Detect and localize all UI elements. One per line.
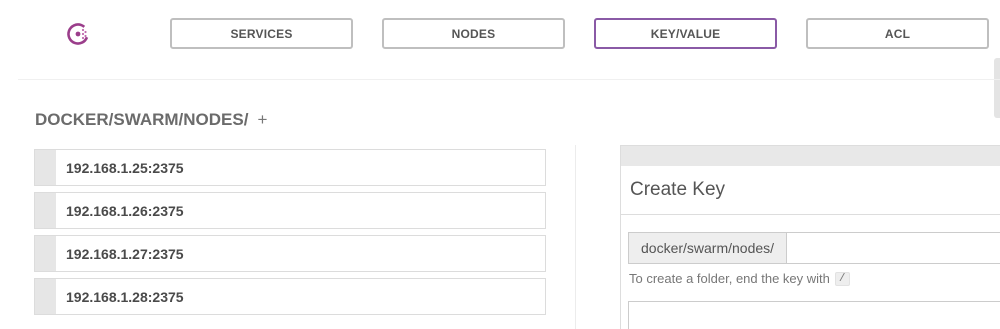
consul-logo-icon[interactable] [66,21,92,47]
create-key-title: Create Key [621,166,1000,215]
key-list-item[interactable]: 192.168.1.26:2375 [34,192,546,229]
nav-nodes-button[interactable]: NODES [382,18,565,49]
key-item-label: 192.168.1.25:2375 [66,159,184,176]
key-input[interactable] [787,233,1000,263]
key-item-marker [35,236,56,271]
nav-services-button[interactable]: SERVICES [170,18,353,49]
breadcrumb-path[interactable]: DOCKER/SWARM/NODES/ [35,110,248,130]
key-item-marker [35,150,56,185]
add-key-icon[interactable]: + [257,110,267,130]
key-item-label: 192.168.1.26:2375 [66,202,184,219]
nav-key-value-button[interactable]: KEY/VALUE [594,18,777,49]
key-item-label: 192.168.1.27:2375 [66,245,184,262]
column-divider [575,145,576,329]
key-prefix: docker/swarm/nodes/ [629,233,788,263]
folder-hint: To create a folder, end the key with / [629,271,850,286]
nav-acl-button[interactable]: ACL [806,18,989,49]
value-textarea[interactable] [628,301,1000,329]
key-item-label: 192.168.1.28:2375 [66,288,184,305]
nav-divider [18,79,1000,80]
folder-hint-text: To create a folder, end the key with [629,271,830,286]
key-list-item[interactable]: 192.168.1.27:2375 [34,235,546,272]
create-key-panel: Create Key docker/swarm/nodes/ To create… [620,145,1000,329]
key-item-marker [35,279,56,314]
key-item-marker [35,193,56,228]
key-list: 192.168.1.25:2375 192.168.1.26:2375 192.… [34,149,546,321]
key-list-item[interactable]: 192.168.1.28:2375 [34,278,546,315]
folder-hint-slash: / [834,271,850,286]
consul-ui: SERVICES NODES KEY/VALUE ACL DOCKER/SWAR… [0,0,1000,329]
key-input-group: docker/swarm/nodes/ [628,232,1000,264]
panel-header-bar [621,146,1000,166]
breadcrumb: DOCKER/SWARM/NODES/ + [35,110,267,130]
scrollbar[interactable] [994,58,1000,118]
key-list-item[interactable]: 192.168.1.25:2375 [34,149,546,186]
